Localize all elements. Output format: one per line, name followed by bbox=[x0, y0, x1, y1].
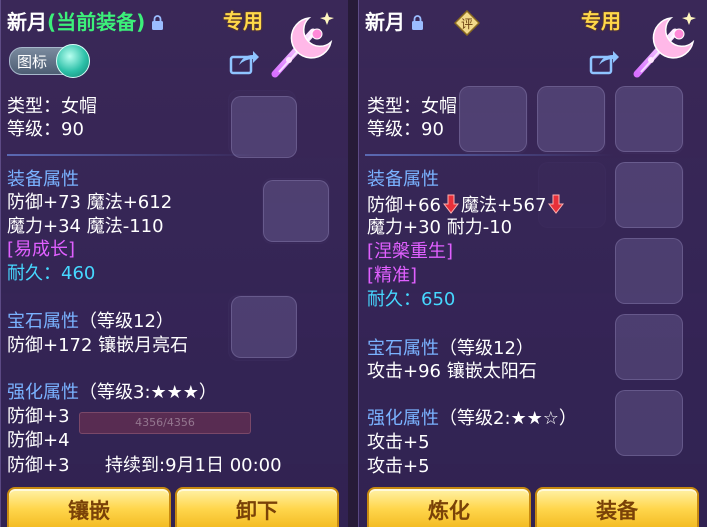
enhance-attr-line: 攻击+5 bbox=[367, 456, 430, 477]
share-icon[interactable] bbox=[589, 49, 619, 75]
defense-value: 防御+66 bbox=[367, 195, 441, 216]
equip-button[interactable]: 装备 bbox=[535, 487, 699, 527]
gem-header: 宝石属性（等级12） bbox=[7, 311, 174, 333]
decrease-arrow-icon bbox=[443, 194, 459, 214]
equip-attr-title: 装备属性 bbox=[367, 169, 439, 190]
special-tag: [易成长] bbox=[7, 239, 76, 260]
item-type: 类型：女帽 bbox=[367, 96, 457, 117]
enhance-duration: 持续到:9月1日 00:00 bbox=[105, 455, 282, 476]
item-title: 新月 bbox=[365, 6, 424, 35]
special-tag: [精准] bbox=[367, 265, 418, 286]
bg-tile bbox=[459, 86, 527, 152]
enhance-level: （等级3:★★★） bbox=[79, 382, 217, 403]
divider bbox=[365, 154, 615, 156]
item-tooltip-compare: 新月 评 专用 类型：女帽 等级：90 装备属性 防御+66 魔法+567 魔力+… bbox=[358, 0, 707, 527]
equip-attr-line: 魔力+30 耐力-10 bbox=[367, 217, 513, 238]
gem-title: 宝石属性 bbox=[7, 311, 79, 332]
special-tag: [涅槃重生] bbox=[367, 241, 454, 262]
bg-tile bbox=[615, 314, 683, 380]
bg-tile bbox=[231, 96, 297, 158]
lock-icon bbox=[152, 15, 164, 30]
gem-attr-line: 防御+172 镶嵌月亮石 bbox=[7, 335, 189, 356]
gem-attr-line: 攻击+96 镶嵌太阳石 bbox=[367, 361, 537, 382]
unequip-button[interactable]: 卸下 bbox=[175, 487, 339, 527]
exclusive-label: 专用 bbox=[223, 9, 263, 33]
equip-attr-line: 魔力+34 魔法-110 bbox=[7, 216, 164, 237]
item-level: 等级：90 bbox=[367, 119, 444, 140]
gem-level: （等级12） bbox=[79, 311, 174, 332]
bg-tile bbox=[231, 296, 297, 358]
item-tooltip-current: 4356/4356 新月(当前装备) 专用 图标 类型：女帽 等级：90 装备属… bbox=[0, 0, 350, 527]
marker-label: 图标 bbox=[17, 53, 48, 71]
bg-tile bbox=[615, 162, 683, 228]
enhance-attr-line: 防御+4 bbox=[7, 430, 70, 451]
share-icon[interactable] bbox=[229, 49, 259, 75]
divider bbox=[7, 154, 257, 156]
enhance-title: 强化属性 bbox=[7, 382, 79, 403]
item-name: 新月 bbox=[365, 10, 405, 34]
gem-level: （等级12） bbox=[439, 338, 534, 359]
item-level: 等级：90 bbox=[7, 119, 84, 140]
enhance-level: （等级2:★★☆） bbox=[439, 408, 577, 429]
item-type: 类型：女帽 bbox=[7, 96, 97, 117]
enhance-attr-line: 防御+3 bbox=[7, 406, 70, 427]
bg-tile bbox=[537, 86, 605, 152]
item-name: 新月 bbox=[7, 10, 47, 34]
refine-button[interactable]: 炼化 bbox=[367, 487, 531, 527]
enhance-header: 强化属性（等级2:★★☆） bbox=[367, 408, 577, 430]
equipped-status: (当前装备) bbox=[47, 10, 146, 34]
enhance-attr-line: 防御+3 bbox=[7, 455, 70, 476]
inlay-button[interactable]: 镶嵌 bbox=[7, 487, 171, 527]
item-title: 新月(当前装备) bbox=[7, 6, 164, 35]
bg-tile bbox=[615, 86, 683, 152]
enhance-header: 强化属性（等级3:★★★） bbox=[7, 382, 217, 404]
gem-title: 宝石属性 bbox=[367, 338, 439, 359]
equip-attr-line: 防御+66 魔法+567 bbox=[367, 194, 566, 217]
bg-tile bbox=[615, 390, 683, 456]
rate-badge-icon[interactable]: 评 bbox=[454, 10, 480, 36]
crescent-staff-icon bbox=[271, 12, 334, 78]
marker-toggle[interactable]: 图标 bbox=[9, 44, 90, 78]
enhance-title: 强化属性 bbox=[367, 408, 439, 429]
exclusive-label: 专用 bbox=[581, 9, 621, 33]
bg-tile bbox=[615, 238, 683, 304]
magic-value: 魔法+567 bbox=[461, 195, 547, 216]
crescent-staff-icon bbox=[633, 12, 696, 78]
rate-badge-text: 评 bbox=[461, 17, 473, 31]
hp-bar-background: 4356/4356 bbox=[79, 412, 251, 434]
gem-header: 宝石属性（等级12） bbox=[367, 338, 534, 360]
equip-attr-title: 装备属性 bbox=[7, 169, 79, 190]
bg-tile bbox=[263, 180, 329, 242]
durability: 耐久：650 bbox=[367, 289, 456, 310]
enhance-attr-line: 攻击+5 bbox=[367, 432, 430, 453]
durability: 耐久：460 bbox=[7, 263, 96, 284]
lock-icon bbox=[412, 15, 423, 30]
panel-gap bbox=[348, 0, 358, 527]
decrease-arrow-icon bbox=[548, 194, 565, 214]
toggle-knob bbox=[56, 44, 90, 78]
equip-attr-line: 防御+73 魔法+612 bbox=[7, 192, 173, 213]
